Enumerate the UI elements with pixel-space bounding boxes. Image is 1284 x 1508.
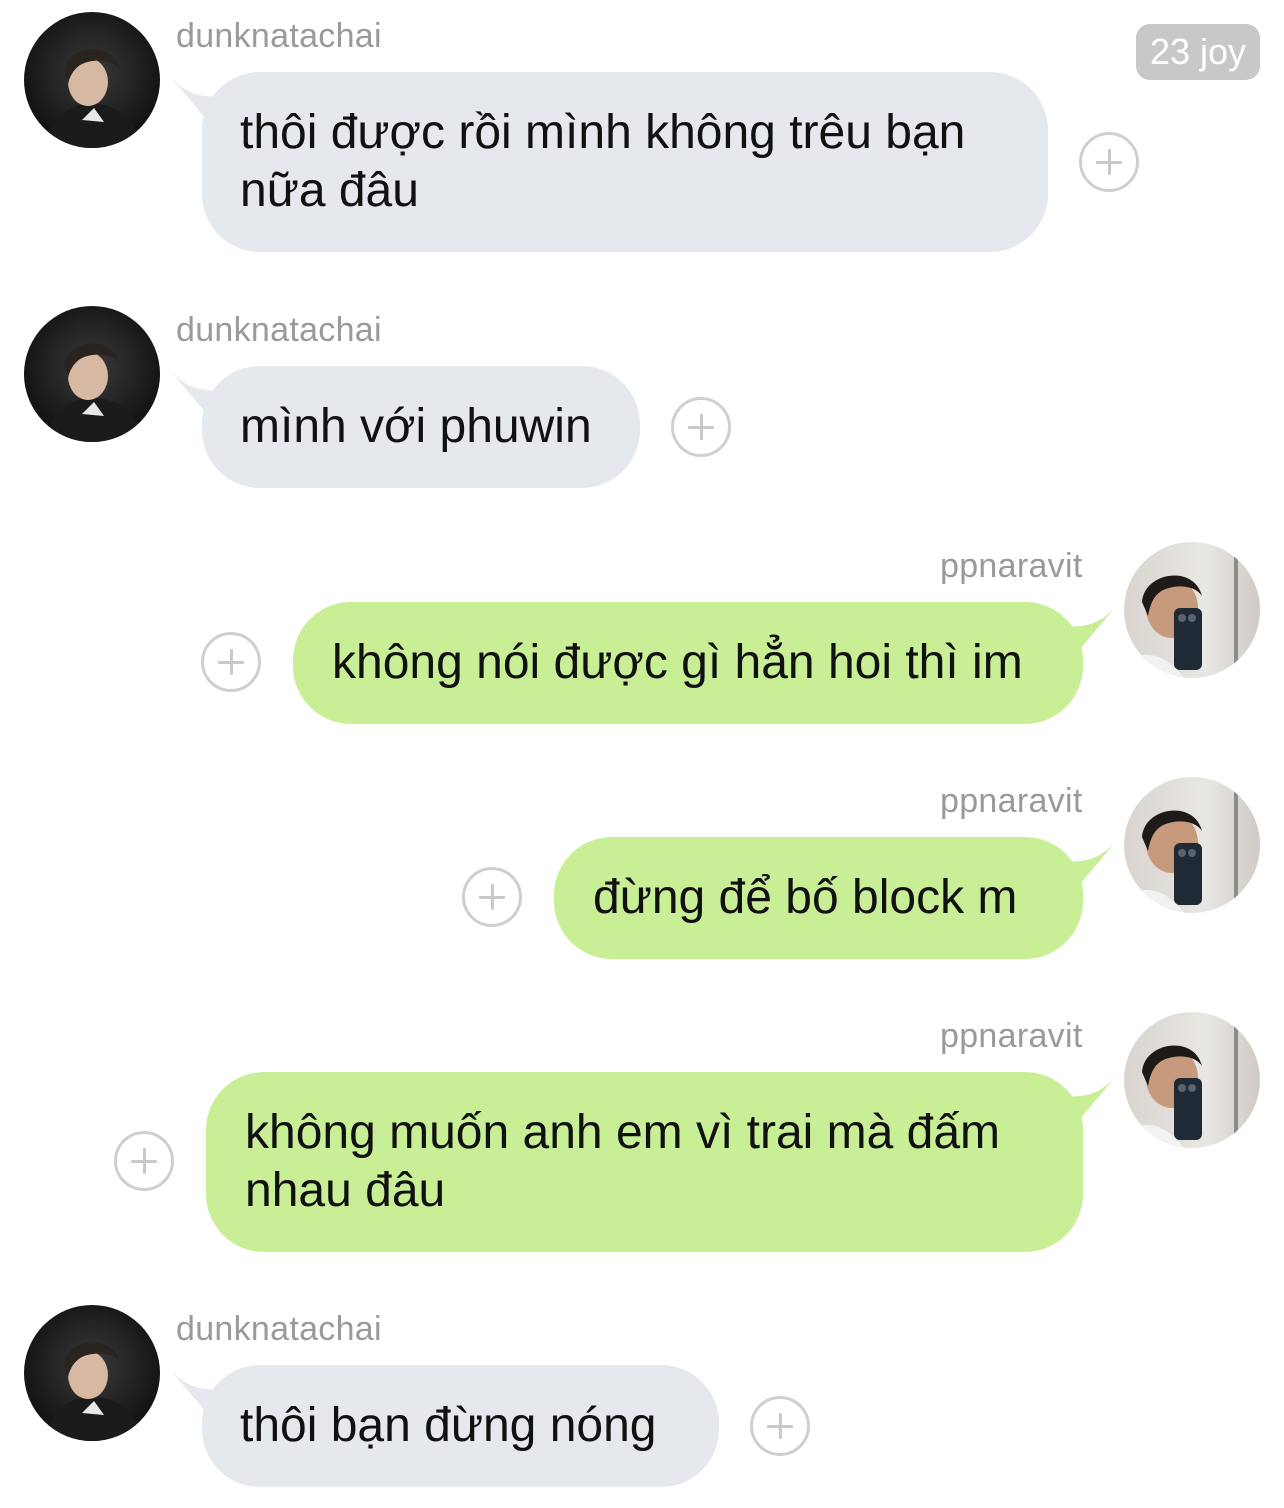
message-bubble-incoming[interactable]: thôi bạn đừng nóng: [202, 1365, 719, 1487]
sender-name: dunknatachai: [176, 1310, 382, 1348]
message-bubble-incoming[interactable]: mình với phuwin: [202, 366, 640, 488]
avatar-dunknatachai[interactable]: [24, 306, 160, 442]
avatar-photo-dunk: [24, 306, 160, 442]
message-text-line: không muốn anh em vì trai mà đấm: [245, 1106, 1001, 1159]
avatar-photo-pp: [1124, 777, 1260, 913]
avatar-photo-pp: [1124, 542, 1260, 678]
sender-name: ppnaravit: [940, 782, 1083, 820]
add-reaction-icon[interactable]: [462, 867, 522, 927]
message-bubble-outgoing[interactable]: không muốn anh em vì trai mà đấm nhau đâ…: [206, 1072, 1083, 1252]
sender-name: ppnaravit: [940, 1017, 1083, 1055]
avatar-photo-dunk: [24, 12, 160, 148]
message-text-line: nhau đâu: [245, 1164, 446, 1217]
sender-name: dunknatachai: [176, 17, 382, 55]
avatar-ppnaravit[interactable]: [1124, 1012, 1260, 1148]
message-text-line: đừng để bố block m: [593, 871, 1018, 924]
avatar-dunknatachai[interactable]: [24, 12, 160, 148]
add-reaction-icon[interactable]: [114, 1131, 174, 1191]
avatar-photo-pp: [1124, 1012, 1260, 1148]
avatar-ppnaravit[interactable]: [1124, 777, 1260, 913]
message-bubble-outgoing[interactable]: không nói được gì hẳn hoi thì im: [293, 602, 1083, 724]
time-badge: 23 joy: [1136, 24, 1260, 80]
sender-name: ppnaravit: [940, 547, 1083, 585]
message-text-line: mình với phuwin: [240, 400, 592, 453]
message-text-line: thôi bạn đừng nóng: [240, 1399, 657, 1452]
sender-name: dunknatachai: [176, 311, 382, 349]
avatar-ppnaravit[interactable]: [1124, 542, 1260, 678]
add-reaction-icon[interactable]: [201, 632, 261, 692]
avatar-dunknatachai[interactable]: [24, 1305, 160, 1441]
message-text-line: thôi được rồi mình không trêu bạn: [240, 106, 966, 159]
add-reaction-icon[interactable]: [750, 1396, 810, 1456]
avatar-photo-dunk: [24, 1305, 160, 1441]
message-text-line: nữa đâu: [240, 164, 419, 217]
add-reaction-icon[interactable]: [671, 397, 731, 457]
add-reaction-icon[interactable]: [1079, 132, 1139, 192]
message-bubble-outgoing[interactable]: đừng để bố block m: [554, 837, 1083, 959]
message-text-line: không nói được gì hẳn hoi thì im: [332, 636, 1023, 689]
message-bubble-incoming[interactable]: thôi được rồi mình không trêu bạn nữa đâ…: [202, 72, 1048, 252]
